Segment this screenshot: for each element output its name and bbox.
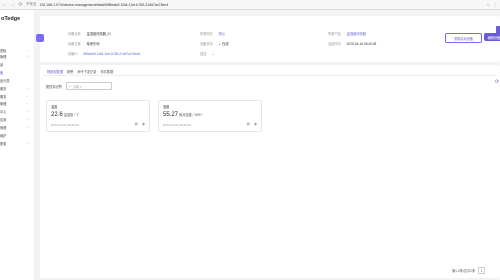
browser-toolbar: ← → ⟳ 不安全 192.168.1.97/#/device-manageme… bbox=[0, 0, 500, 10]
location-label: 设备位置 bbox=[68, 42, 81, 46]
device-info-card: 设备名称 温湿度传感器_01 所属网关 默认 所属产品 温湿度传感器 设备位置 … bbox=[36, 16, 500, 62]
sidebar-item-label: 应用 bbox=[0, 118, 7, 122]
sidebar-item[interactable]: 品分类 bbox=[0, 78, 10, 83]
sidebar-item[interactable]: 表板 ⌄ bbox=[0, 48, 29, 53]
address-bar[interactable]: 192.168.1.97/#/device-management/detail/… bbox=[40, 3, 169, 7]
chevron-down-icon: ⌄ bbox=[26, 141, 29, 145]
product-link[interactable]: 温湿度传感器 bbox=[347, 32, 366, 36]
device-id[interactable]: 6ff5eab5-15df-11ef-b765-21d57ac78ee4 bbox=[83, 52, 140, 56]
app-logo: oTedge bbox=[1, 16, 21, 22]
sidebar-item-label: 配置 bbox=[0, 142, 7, 146]
insecure-badge[interactable]: 不安全 bbox=[26, 2, 37, 7]
data-panel: 物模型数据 报警 命令下发记录 事件数据 ⟳ 属性标识符 ⌕ 请输入 温度 22… bbox=[40, 65, 500, 278]
metric-number: 55.27 bbox=[163, 112, 179, 118]
main-content: 设备名称 温湿度传感器_01 所属网关 默认 所属产品 温湿度传感器 设备位置 … bbox=[36, 10, 500, 280]
chevron-down-icon: ⌄ bbox=[26, 94, 29, 98]
sidebar-item-label: 管理 bbox=[0, 126, 7, 130]
chevron-down-icon: ⌄ bbox=[26, 125, 29, 129]
metric-time: 2025-04-18 09:40:08 bbox=[163, 123, 191, 127]
chevron-down-icon: ⌄ bbox=[26, 109, 29, 113]
menu-icon[interactable]: ⋮ bbox=[493, 2, 497, 7]
sidebar-item-label: 表板 bbox=[0, 49, 7, 53]
sidebar-item[interactable]: 应用 ⌄ bbox=[0, 117, 29, 122]
filter-input[interactable]: ⌕ 请输入 bbox=[65, 82, 112, 90]
status-label: 设备状态 bbox=[200, 42, 213, 46]
sidebar-item[interactable]: 维护 bbox=[0, 133, 6, 138]
chart-icon[interactable]: ▤ bbox=[247, 122, 250, 126]
metric-card: 湿度 55.27相对湿度 / %RH 2025-04-18 09:40:08 ▤… bbox=[158, 100, 262, 132]
location: 库房东侧 bbox=[86, 42, 100, 46]
metric-unit: 温湿值 / ℃ bbox=[63, 113, 80, 117]
reload-icon[interactable]: ⟳ bbox=[18, 2, 23, 8]
product-label: 所属产品 bbox=[328, 32, 341, 36]
sidebar-item[interactable]: 品 bbox=[0, 62, 3, 67]
sidebar-item[interactable]: 配置 ⌄ bbox=[0, 141, 29, 146]
metric-number: 22.6 bbox=[51, 112, 63, 118]
sidebar-item-label: 备 bbox=[0, 71, 4, 75]
back-icon[interactable]: ← bbox=[2, 2, 7, 8]
created-time: 2025-04-18 09:40:08 bbox=[346, 42, 377, 46]
chevron-down-icon: ⌄ bbox=[26, 117, 29, 121]
sidebar-item-label: 品分类 bbox=[0, 79, 10, 83]
description-label: 描述 bbox=[200, 52, 207, 56]
chevron-down-icon: ⌄ bbox=[26, 101, 29, 105]
page-button[interactable]: 1 bbox=[478, 267, 486, 274]
sidebar-item[interactable]: 管理 ⌄ bbox=[0, 101, 29, 106]
gateway-link[interactable]: 默认 bbox=[219, 32, 225, 36]
metric-value: 55.27相对湿度 / %RH bbox=[163, 112, 202, 118]
filter-search-icon: ⌕ bbox=[68, 84, 71, 88]
forward-icon[interactable]: → bbox=[10, 2, 15, 8]
refresh-icon[interactable]: ⟳ bbox=[495, 79, 500, 85]
filter-placeholder: 请输入 bbox=[72, 84, 83, 89]
sidebar-item-label: 管理 bbox=[0, 102, 7, 106]
star-icon[interactable]: ☆ bbox=[486, 2, 490, 7]
sidebar-item[interactable]: 备 bbox=[0, 70, 3, 75]
sidebar-item-label: 管理 bbox=[0, 55, 7, 59]
sidebar-item[interactable]: 中心 ⌄ bbox=[0, 109, 29, 114]
sidebar-item[interactable]: 管理 ⌄ bbox=[0, 54, 29, 59]
device-name: 温湿度传感器_01 bbox=[86, 32, 112, 36]
device-avatar bbox=[36, 34, 44, 42]
sidebar-item-label: 品 bbox=[0, 63, 4, 67]
sidebar-item[interactable]: 服务 ⌄ bbox=[0, 94, 29, 99]
metric-card: 温度 22.6温湿值 / ℃ 2025-04-18 09:40:08 ▤ ◉ bbox=[46, 100, 150, 132]
filter-label: 属性标识符 bbox=[46, 84, 62, 89]
chart-icon[interactable]: ▤ bbox=[135, 122, 138, 126]
sidebar-item-label: 服务 bbox=[0, 95, 7, 99]
view-icon[interactable]: ◉ bbox=[142, 122, 145, 126]
device-name-label: 设备名称 bbox=[68, 32, 81, 36]
metric-time: 2025-04-18 09:40:08 bbox=[51, 123, 79, 127]
description: -- bbox=[212, 52, 215, 56]
metric-name: 温度 bbox=[51, 105, 58, 109]
metric-value: 22.6温湿值 / ℃ bbox=[51, 112, 79, 118]
pagination: 第1-2条/总共2条 1 bbox=[452, 267, 486, 274]
pagination-total: 第1-2条/总共2条 bbox=[452, 269, 476, 273]
metric-unit: 相对湿度 / %RH bbox=[179, 113, 202, 117]
sidebar-item[interactable]: 管理 ⌄ bbox=[0, 125, 29, 130]
filter-row: 属性标识符 ⌕ 请输入 bbox=[46, 82, 112, 90]
tab-divider bbox=[44, 75, 496, 76]
sidebar-item-label: 中心 bbox=[0, 110, 7, 114]
metric-name: 湿度 bbox=[163, 105, 170, 109]
status-badge: 在线 bbox=[219, 42, 229, 46]
side-toggle-icon[interactable] bbox=[496, 26, 500, 36]
sidebar-item-label: 维护 bbox=[0, 134, 7, 138]
view-icon[interactable]: ◉ bbox=[254, 122, 257, 126]
chevron-down-icon: ⌄ bbox=[26, 48, 29, 52]
chevron-down-icon: ⌄ bbox=[26, 54, 29, 58]
device-id-label: 设备ID bbox=[68, 52, 78, 56]
sidebar-item[interactable]: 服务 ⌄ bbox=[0, 86, 29, 91]
created-label: 创建时间 bbox=[328, 42, 341, 46]
restart-device-button[interactable]: 重新启动设备 bbox=[445, 33, 482, 43]
gateway-label: 所属网关 bbox=[200, 32, 213, 36]
sidebar: oTedge 表板 ⌄ 管理 ⌄ 品备品分类服务 ⌄ 服务 ⌄ 管理 ⌄ 中心 ⌄ 应用 ⌄ 管理 ⌄ 维护配置… bbox=[0, 10, 35, 280]
chevron-down-icon: ⌄ bbox=[26, 86, 29, 90]
sidebar-item-label: 服务 bbox=[0, 87, 7, 91]
